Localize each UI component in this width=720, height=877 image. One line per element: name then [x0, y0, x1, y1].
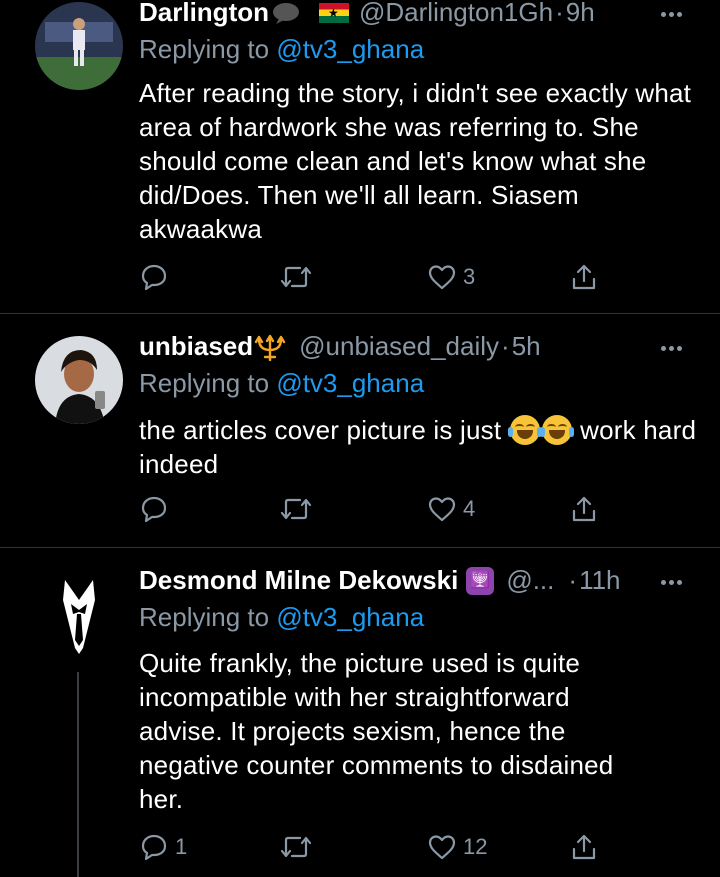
retweet-icon: [280, 836, 312, 858]
timestamp[interactable]: 5h: [512, 331, 541, 362]
mention-link[interactable]: @tv3_ghana: [276, 602, 424, 632]
share-button[interactable]: [569, 494, 599, 524]
reply-button[interactable]: [139, 262, 175, 292]
avatar-photo-icon: [35, 2, 123, 90]
retweet-button[interactable]: [279, 832, 313, 862]
replying-to: Replying to @tv3_ghana: [139, 368, 424, 399]
speech-bubble-icon: [273, 2, 299, 24]
display-name[interactable]: unbiased: [139, 331, 253, 362]
laughing-tears-emoji: [507, 415, 542, 445]
ghana-flag-icon: [319, 2, 349, 23]
reply-icon: [141, 264, 167, 291]
like-button[interactable]: 12: [427, 832, 487, 862]
avatar-photo-icon: [35, 336, 123, 424]
tweet-text: After reading the story, i didn't see ex…: [139, 78, 692, 244]
replying-to: Replying to @tv3_ghana: [139, 602, 424, 633]
share-icon: [572, 496, 596, 522]
avatar[interactable]: [35, 2, 123, 90]
heart-icon: [428, 497, 456, 522]
menorah-icon: 🕎: [466, 566, 495, 595]
retweet-button[interactable]: [279, 262, 313, 292]
handle[interactable]: @Darlington1Gh: [359, 0, 553, 28]
like-button[interactable]: 3: [427, 262, 475, 292]
more-options-icon[interactable]: [661, 12, 682, 17]
display-name[interactable]: Desmond Milne Dekowski: [139, 565, 458, 596]
reply-button[interactable]: 1: [139, 832, 187, 862]
tweet-header: Desmond Milne Dekowski 🕎 @... · 11h: [139, 565, 621, 596]
tuxedo-avatar-icon: [35, 570, 123, 658]
reply-button[interactable]: [139, 494, 175, 524]
replying-to: Replying to @tv3_ghana: [139, 34, 424, 65]
separator-dot: ·: [501, 331, 510, 361]
retweet-icon: [280, 266, 312, 288]
share-icon: [572, 834, 596, 860]
separator-dot: ·: [568, 565, 578, 595]
thread-line: [77, 672, 79, 877]
display-name[interactable]: Darlington: [139, 0, 269, 28]
timestamp[interactable]: 11h: [579, 565, 620, 596]
retweet-button[interactable]: [279, 494, 313, 524]
reply-icon: [141, 496, 167, 523]
avatar[interactable]: [35, 336, 123, 424]
heart-icon: [428, 265, 456, 290]
replying-prefix: Replying to: [139, 602, 270, 632]
heart-icon: [428, 835, 456, 860]
tweet-actions: 4: [139, 494, 609, 528]
handle[interactable]: @...: [506, 565, 554, 596]
tweet-unbiased[interactable]: unbiased @unbiased_daily · 5h Replying t…: [0, 314, 720, 546]
handle[interactable]: @unbiased_daily: [299, 331, 499, 362]
more-options-icon[interactable]: [661, 580, 682, 585]
tweet-desmond[interactable]: Desmond Milne Dekowski 🕎 @... · 11h Repl…: [0, 548, 720, 877]
tweet-actions: 3: [139, 262, 609, 296]
avatar[interactable]: [35, 570, 123, 658]
tweet-darlington[interactable]: Darlington @Darlington1Gh · 9h Replying …: [0, 0, 720, 312]
share-icon: [572, 264, 596, 290]
mention-link[interactable]: @tv3_ghana: [276, 34, 424, 64]
replying-prefix: Replying to: [139, 34, 270, 64]
like-count: 12: [463, 834, 488, 859]
like-count: 3: [463, 264, 476, 289]
tweet-text: Quite frankly, the picture used is quite…: [139, 648, 614, 814]
separator-dot: ·: [555, 0, 564, 27]
timestamp[interactable]: 9h: [566, 0, 595, 28]
more-options-icon[interactable]: [661, 346, 682, 351]
like-count: 4: [463, 496, 476, 521]
tweet-header: Darlington @Darlington1Gh · 9h: [139, 0, 595, 28]
mention-link[interactable]: @tv3_ghana: [276, 368, 424, 398]
like-button[interactable]: 4: [427, 494, 475, 524]
tweet-text-start: the articles cover picture is just: [139, 415, 502, 445]
replying-prefix: Replying to: [139, 368, 270, 398]
share-button[interactable]: [569, 262, 599, 292]
trident-icon: [254, 334, 286, 361]
tweet-text: the articles cover picture is just work …: [139, 413, 699, 481]
reply-icon: [141, 834, 167, 861]
share-button[interactable]: [569, 832, 599, 862]
retweet-icon: [280, 498, 312, 520]
tweet-header: unbiased @unbiased_daily · 5h: [139, 331, 541, 362]
reply-count: 1: [175, 834, 188, 859]
tweet-actions: 1 12: [139, 832, 609, 866]
laughing-tears-emoji: [539, 415, 574, 445]
